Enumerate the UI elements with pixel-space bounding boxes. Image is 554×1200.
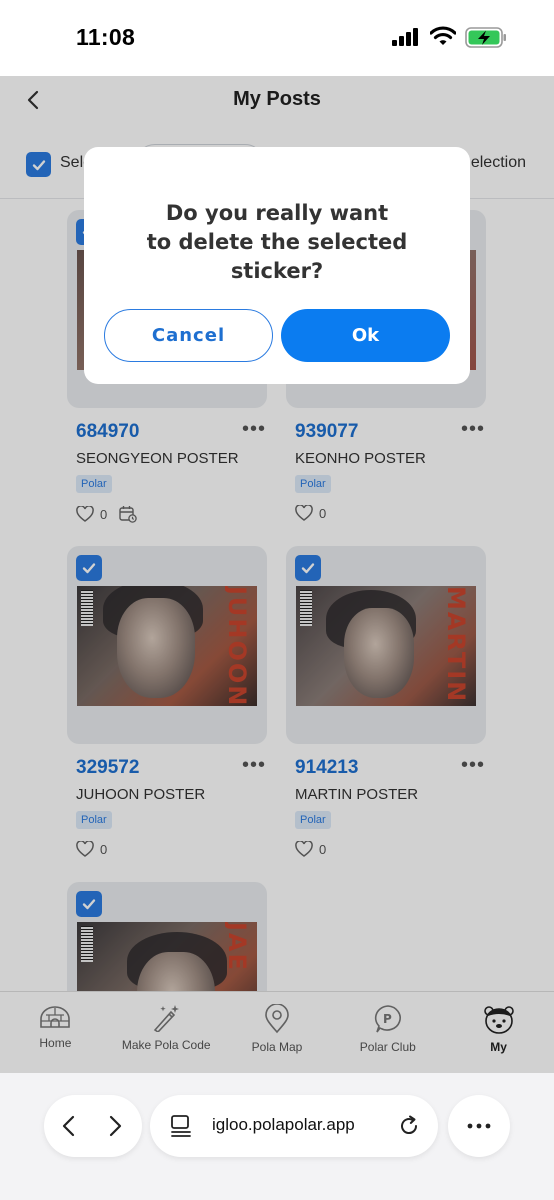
confirm-delete-dialog: Do you really want to delete the selecte… <box>84 147 470 384</box>
cancel-button[interactable]: Cancel <box>104 309 273 362</box>
address-bar[interactable]: igloo.polapolar.app <box>150 1095 438 1157</box>
browser-more-button[interactable] <box>448 1095 510 1157</box>
battery-charging-icon <box>465 27 506 48</box>
reload-icon[interactable] <box>398 1115 420 1137</box>
browser-forward-icon[interactable] <box>106 1115 124 1137</box>
status-time: 11:08 <box>76 24 136 50</box>
wifi-icon <box>430 26 456 45</box>
dialog-message: Do you really want to delete the selecte… <box>146 201 408 283</box>
url-text[interactable]: igloo.polapolar.app <box>212 1115 355 1135</box>
status-bar: 11:08 <box>0 0 554 76</box>
page-tabs-icon[interactable] <box>170 1114 192 1138</box>
browser-toolbar: igloo.polapolar.app <box>0 1073 554 1200</box>
more-dots-icon <box>467 1123 491 1129</box>
ok-button[interactable]: Ok <box>281 309 450 362</box>
cellular-signal-icon <box>392 28 418 46</box>
browser-nav-group <box>44 1095 142 1157</box>
browser-back-icon[interactable] <box>60 1115 78 1137</box>
